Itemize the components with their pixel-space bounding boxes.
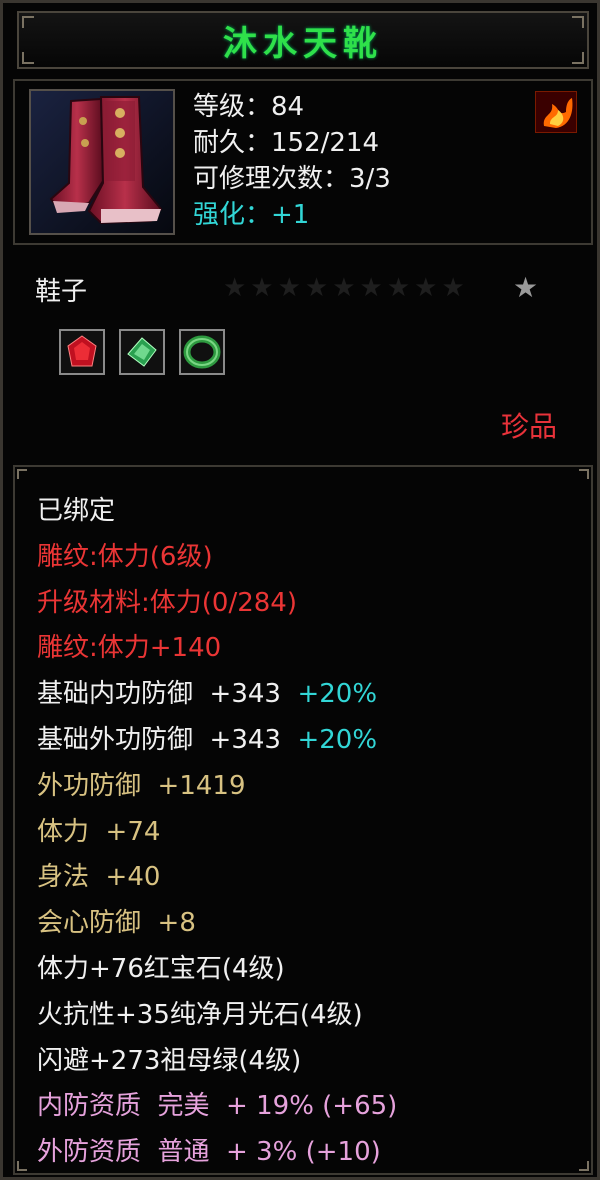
item-type: 鞋子 — [35, 277, 88, 307]
external-defense-line: 外功防御 +1419 — [37, 770, 246, 801]
corner-ornament — [572, 52, 584, 64]
gem-sockets — [59, 329, 225, 375]
corner-ornament — [579, 469, 589, 479]
item-header-panel: 等级：84 耐久：152/214 可修理次数：3/3 强化：+1 — [13, 79, 593, 245]
repair-count-text: 可修理次数：3/3 — [193, 164, 391, 194]
corner-ornament — [22, 52, 34, 64]
item-stats: 等级：84 耐久：152/214 可修理次数：3/3 强化：+1 — [193, 89, 391, 233]
attribute-list: 已绑定 雕纹:体力(6级) 升级材料:体力(0/284) 雕纹:体力+140 基… — [37, 489, 397, 1176]
gem-bonus-line: 体力+76红宝石(4级) — [37, 953, 285, 984]
outer-quality-line: 外防资质 普通 + 3% (+10) — [37, 1137, 381, 1168]
corner-ornament — [22, 16, 34, 28]
rarity-label: 珍品 — [500, 410, 557, 443]
green-ring-gem-icon[interactable] — [179, 329, 225, 375]
item-name: 沐水天靴 — [223, 23, 383, 64]
enhance-text: 强化：+1 — [193, 200, 310, 230]
corner-ornament — [572, 16, 584, 28]
outer-defense-line: 基础外功防御 +343 +20% — [37, 718, 397, 764]
corner-ornament — [17, 469, 27, 479]
attributes-panel: 已绑定 雕纹:体力(6级) 升级材料:体力(0/284) 雕纹:体力+140 基… — [13, 465, 593, 1175]
level-text: 等级：84 — [193, 92, 305, 122]
crit-defense-line: 会心防御 +8 — [37, 908, 196, 939]
upgrade-material-line: 升级材料:体力(0/284) — [37, 587, 297, 618]
item-info-section: 鞋子 ★★★★★★★★★ ★ 珍品 — [13, 253, 593, 453]
gem-bonus-line: 火抗性+35纯净月光石(4级) — [37, 999, 363, 1030]
star-rating-empty: ★★★★★★★★★ — [223, 273, 469, 303]
bound-status: 已绑定 — [37, 496, 116, 526]
red-gem-icon[interactable] — [59, 329, 105, 375]
vitality-line: 体力 +74 — [37, 816, 161, 847]
boots-icon — [29, 89, 175, 235]
title-bar: 沐水天靴 — [17, 11, 589, 69]
durability-text: 耐久：152/214 — [193, 128, 380, 158]
inner-defense-percent: +20% — [297, 679, 378, 710]
fire-element-icon — [535, 91, 577, 133]
corner-ornament — [579, 1161, 589, 1171]
inner-defense-line: 基础内功防御 +343 +20% — [37, 672, 397, 718]
corner-ornament — [17, 1161, 27, 1171]
inner-quality-line: 内防资质 完美 + 19% (+65) — [37, 1091, 398, 1122]
inner-defense-value: 基础内功防御 +343 — [37, 679, 281, 710]
star-icon: ★ — [513, 271, 539, 304]
engrave-line: 雕纹:体力(6级) — [37, 541, 213, 572]
item-tooltip: 沐水天靴 等级：84 耐久：152/214 可修理次数：3/3 强化：+1 鞋子… — [0, 0, 600, 1180]
engrave-bonus-line: 雕纹:体力+140 — [37, 633, 222, 664]
green-gem-icon[interactable] — [119, 329, 165, 375]
outer-defense-percent: +20% — [297, 724, 378, 755]
gem-bonus-line: 闪避+273祖母绿(4级) — [37, 1045, 302, 1076]
outer-defense-value: 基础外功防御 +343 — [37, 724, 281, 755]
agility-line: 身法 +40 — [37, 862, 161, 893]
